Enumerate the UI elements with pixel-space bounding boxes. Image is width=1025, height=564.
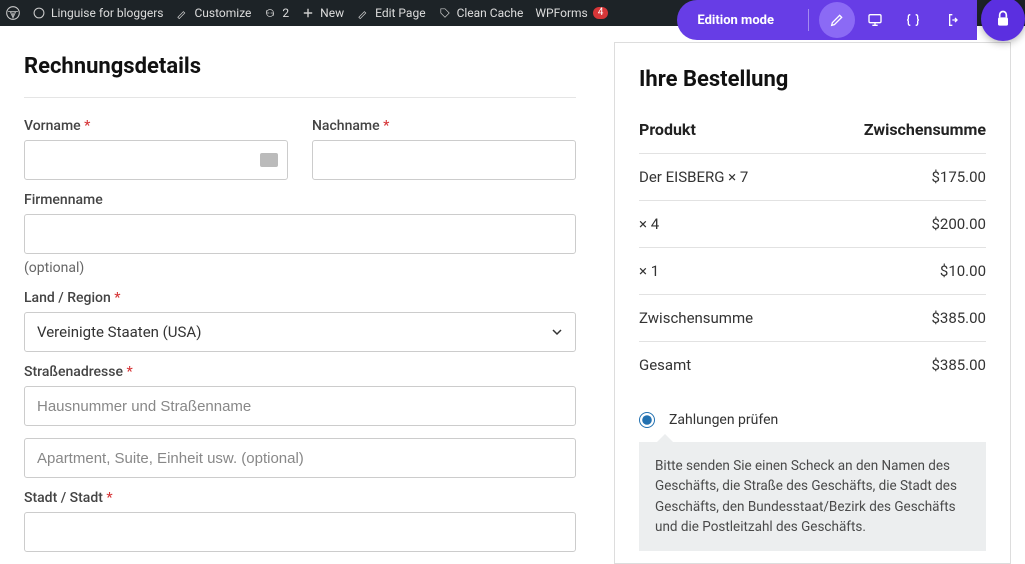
updates-count: 2: [282, 6, 289, 20]
braces-icon: [905, 12, 921, 28]
optional-text: (optional): [24, 260, 576, 276]
first-name-input[interactable]: [24, 140, 288, 180]
company-input[interactable]: [24, 214, 576, 254]
pencil-icon: [356, 6, 370, 20]
street-label: Straßenadresse *: [24, 364, 576, 380]
street-input[interactable]: [24, 386, 576, 426]
payment-check-label: Zahlungen prüfen: [669, 412, 778, 428]
payment-check-desc: Bitte senden Sie einen Scheck an den Nam…: [639, 442, 986, 551]
street2-input[interactable]: [24, 438, 576, 478]
pencil-icon: [829, 12, 845, 28]
payment-check-radio[interactable]: [639, 412, 655, 428]
chevron-down-icon: [551, 326, 563, 338]
preview-tool-button[interactable]: [857, 2, 893, 38]
plus-icon: [301, 6, 315, 20]
new-label: New: [320, 6, 344, 20]
new-link[interactable]: New: [301, 6, 344, 20]
order-summary: Ihre Bestellung Produkt Zwischensumme De…: [614, 42, 1011, 564]
tag-icon: [438, 6, 452, 20]
wpforms-badge: 4: [593, 7, 609, 19]
city-label: Stadt / Stadt *: [24, 490, 576, 506]
brush-icon: [175, 6, 189, 20]
refresh-icon: [263, 6, 277, 20]
site-name-label: Linguise for bloggers: [51, 6, 163, 20]
order-heading: Ihre Bestellung: [639, 67, 986, 92]
country-label: Land / Region *: [24, 290, 576, 306]
billing-form: Rechnungsdetails Vorname * Nachname * Fi…: [0, 32, 600, 564]
wp-logo[interactable]: [6, 6, 20, 20]
table-row: × 4$200.00: [639, 201, 986, 248]
monitor-icon: [867, 12, 883, 28]
edition-mode-label: Edition mode: [677, 0, 792, 40]
payment-check-option[interactable]: Zahlungen prüfen: [639, 412, 986, 428]
payment-section: Zahlungen prüfen Bitte senden Sie einen …: [639, 412, 986, 551]
table-row: × 1$10.00: [639, 248, 986, 295]
edit-tool-button[interactable]: [819, 2, 855, 38]
first-name-label: Vorname *: [24, 118, 288, 134]
code-tool-button[interactable]: [895, 2, 931, 38]
updates-link[interactable]: 2: [263, 6, 289, 20]
city-input[interactable]: [24, 512, 576, 552]
customize-label: Customize: [194, 6, 251, 20]
customize-link[interactable]: Customize: [175, 6, 251, 20]
toolbar-divider: [808, 9, 809, 31]
total-row: Gesamt$385.00: [639, 342, 986, 389]
wpforms-link[interactable]: WPForms 4: [535, 6, 608, 20]
edit-page-link[interactable]: Edit Page: [356, 6, 425, 20]
last-name-input[interactable]: [312, 140, 576, 180]
lock-button[interactable]: [981, 0, 1025, 41]
wpforms-label: WPForms: [535, 6, 587, 20]
col-subtotal: Zwischensumme: [807, 110, 986, 154]
country-select[interactable]: Vereinigte Staaten (USA): [24, 312, 576, 352]
home-icon: [32, 6, 46, 20]
edit-page-label: Edit Page: [375, 6, 425, 20]
col-product: Produkt: [639, 110, 807, 154]
subtotal-row: Zwischensumme$385.00: [639, 295, 986, 342]
table-row: Der EISBERG × 7$175.00: [639, 154, 986, 201]
exit-tool-button[interactable]: [933, 2, 969, 38]
company-label: Firmenname: [24, 192, 576, 208]
order-table: Produkt Zwischensumme Der EISBERG × 7$17…: [639, 110, 986, 388]
lock-icon: [993, 9, 1013, 29]
exit-icon: [943, 12, 959, 28]
edition-toolbar: Edition mode: [677, 0, 1025, 40]
country-value: Vereinigte Staaten (USA): [37, 323, 201, 341]
autofill-icon[interactable]: [260, 153, 278, 167]
site-name[interactable]: Linguise for bloggers: [32, 6, 163, 20]
clean-cache-label: Clean Cache: [457, 6, 524, 20]
wordpress-icon: [6, 6, 20, 20]
clean-cache-link[interactable]: Clean Cache: [438, 6, 524, 20]
divider: [24, 97, 576, 98]
billing-heading: Rechnungsdetails: [24, 54, 576, 79]
last-name-label: Nachname *: [312, 118, 576, 134]
